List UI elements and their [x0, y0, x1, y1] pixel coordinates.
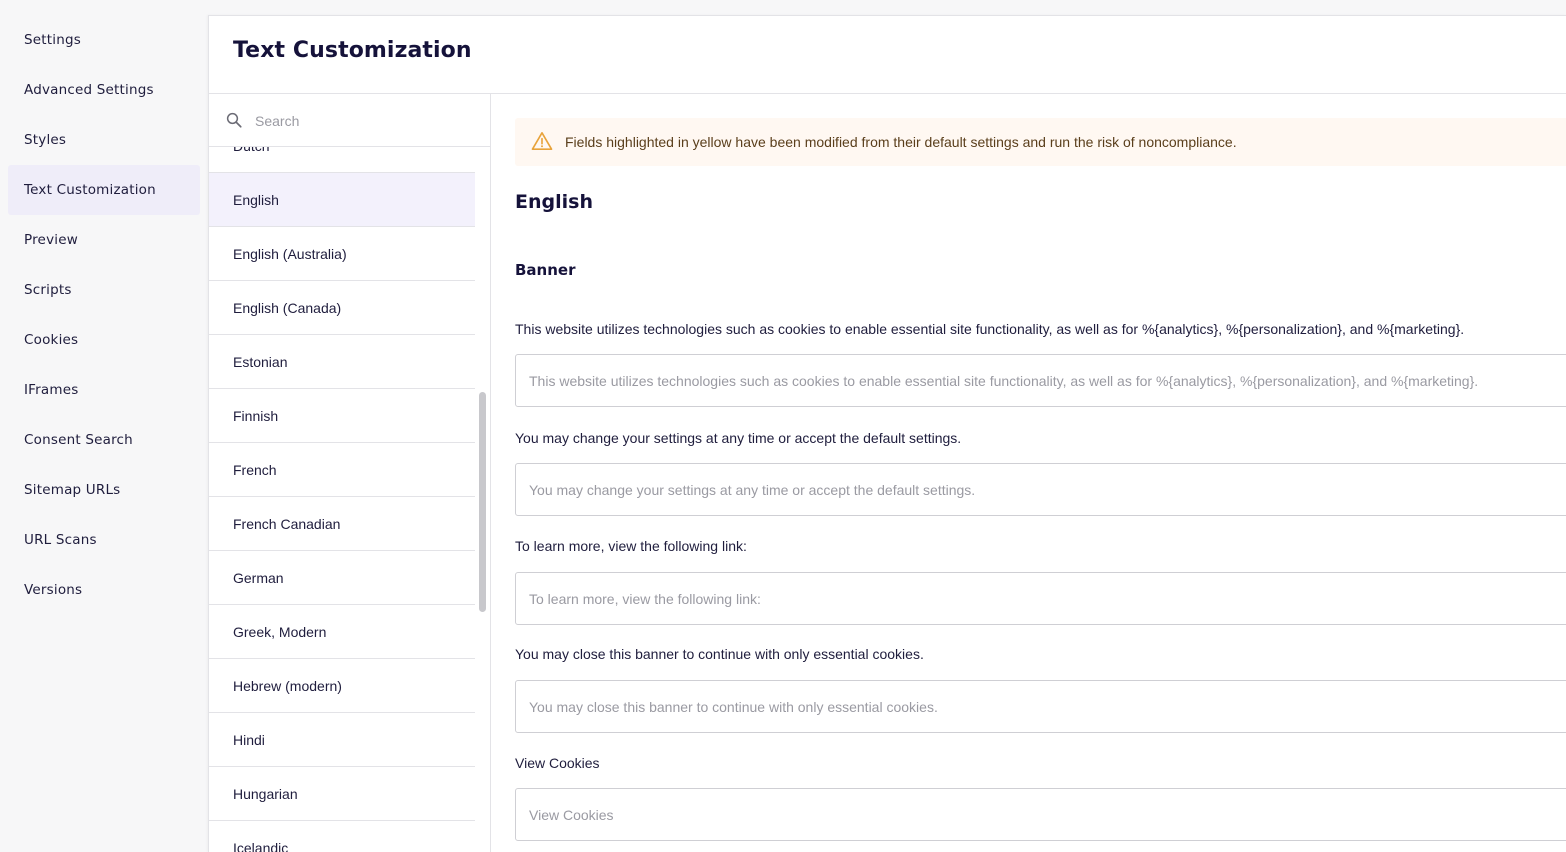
language-item-hungarian[interactable]: Hungarian	[209, 767, 475, 821]
translation-editor: Fields highlighted in yellow have been m…	[491, 94, 1566, 852]
language-item-hindi[interactable]: Hindi	[209, 713, 475, 767]
language-heading: English	[515, 191, 593, 213]
nav-item-url-scans[interactable]: URL Scans	[8, 515, 200, 565]
field-label: To learn more, view the following link:	[515, 538, 747, 554]
language-item-english[interactable]: English	[209, 173, 475, 227]
nav-item-scripts[interactable]: Scripts	[8, 265, 200, 315]
language-item-hebrew-modern[interactable]: Hebrew (modern)	[209, 659, 475, 713]
close-banner-field[interactable]	[515, 680, 1566, 733]
language-list-column: Dutch English English (Australia) Englis…	[209, 94, 491, 852]
warning-text: Fields highlighted in yellow have been m…	[565, 134, 1237, 150]
warning-banner: Fields highlighted in yellow have been m…	[515, 118, 1566, 166]
language-item-english-australia[interactable]: English (Australia)	[209, 227, 475, 281]
language-search	[209, 94, 490, 147]
nav-item-advanced-settings[interactable]: Advanced Settings	[8, 65, 200, 115]
change-settings-field[interactable]	[515, 463, 1566, 516]
field-label: View Cookies	[515, 755, 600, 771]
text-customization-panel: Text Customization Dutch English English…	[208, 15, 1566, 852]
search-input[interactable]	[253, 108, 477, 134]
field-label: You may change your settings at any time…	[515, 430, 962, 446]
language-item-french[interactable]: French	[209, 443, 475, 497]
page-title: Text Customization	[233, 38, 472, 63]
search-icon	[226, 112, 242, 128]
nav-item-consent-search[interactable]: Consent Search	[8, 415, 200, 465]
language-item-german[interactable]: German	[209, 551, 475, 605]
nav-item-settings[interactable]: Settings	[8, 15, 200, 65]
field-label: You may close this banner to continue wi…	[515, 646, 924, 662]
field-label: This website utilizes technologies such …	[515, 321, 1465, 337]
nav-item-versions[interactable]: Versions	[8, 565, 200, 615]
nav-item-iframes[interactable]: IFrames	[8, 365, 200, 415]
nav-item-preview[interactable]: Preview	[8, 215, 200, 265]
nav-item-text-customization[interactable]: Text Customization	[8, 165, 200, 215]
nav-item-styles[interactable]: Styles	[8, 115, 200, 165]
learn-more-field[interactable]	[515, 572, 1566, 625]
view-cookies-field[interactable]	[515, 788, 1566, 841]
language-list-scrollbar[interactable]	[479, 392, 486, 612]
language-item-french-canadian[interactable]: French Canadian	[209, 497, 475, 551]
language-item-english-canada[interactable]: English (Canada)	[209, 281, 475, 335]
language-item-estonian[interactable]: Estonian	[209, 335, 475, 389]
nav-item-sitemap-urls[interactable]: Sitemap URLs	[8, 465, 200, 515]
language-item-finnish[interactable]: Finnish	[209, 389, 475, 443]
language-item-icelandic[interactable]: Icelandic	[209, 821, 475, 852]
banner-description-field[interactable]	[515, 354, 1566, 407]
nav-item-cookies[interactable]: Cookies	[8, 315, 200, 365]
section-heading-banner: Banner	[515, 261, 576, 279]
language-item-greek-modern[interactable]: Greek, Modern	[209, 605, 475, 659]
warning-triangle-icon	[531, 132, 553, 150]
